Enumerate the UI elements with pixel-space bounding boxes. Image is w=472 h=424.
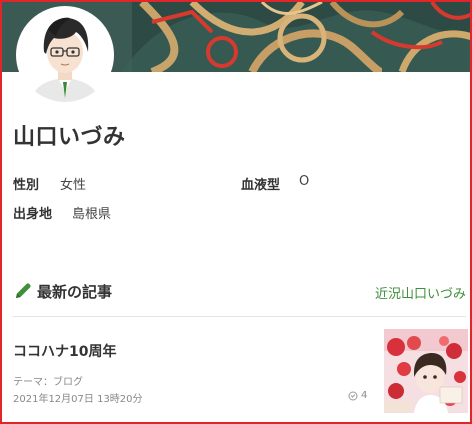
blood-type-value: O: [299, 174, 310, 189]
latest-articles-header: 最新の記事: [13, 279, 112, 303]
gender-label: 性別: [13, 178, 40, 193]
pencil-icon: [16, 283, 31, 298]
birthplace-label: 出身地: [13, 207, 53, 222]
article-likes: 4: [348, 390, 367, 401]
article-title[interactable]: ココハナ10周年: [13, 341, 116, 361]
avatar[interactable]: [16, 6, 114, 104]
avatar-illustration: [18, 8, 112, 102]
article-theme: テーマ：ブログ: [13, 377, 83, 388]
gender-value: 女性: [60, 178, 87, 193]
blog-link[interactable]: 近況山口いづみ: [375, 283, 466, 302]
profile-page: 山口いづみ 性別 女性 血液型 O 出身地 島根県 最新の記事 近況山口いづみ …: [0, 0, 472, 424]
thumbnail-image: [384, 329, 468, 413]
article-date: 2021年12月07日 13時20分: [13, 394, 143, 405]
blood-type-label: 血液型: [241, 178, 281, 193]
section-divider: [13, 316, 466, 317]
likes-count: 4: [361, 390, 368, 401]
profile-name: 山口いづみ: [13, 125, 126, 150]
latest-articles-title: 最新の記事: [37, 282, 113, 301]
heart-outline-icon: [348, 391, 358, 400]
birthplace-value: 島根県: [72, 207, 112, 222]
article-thumbnail[interactable]: [384, 329, 468, 413]
